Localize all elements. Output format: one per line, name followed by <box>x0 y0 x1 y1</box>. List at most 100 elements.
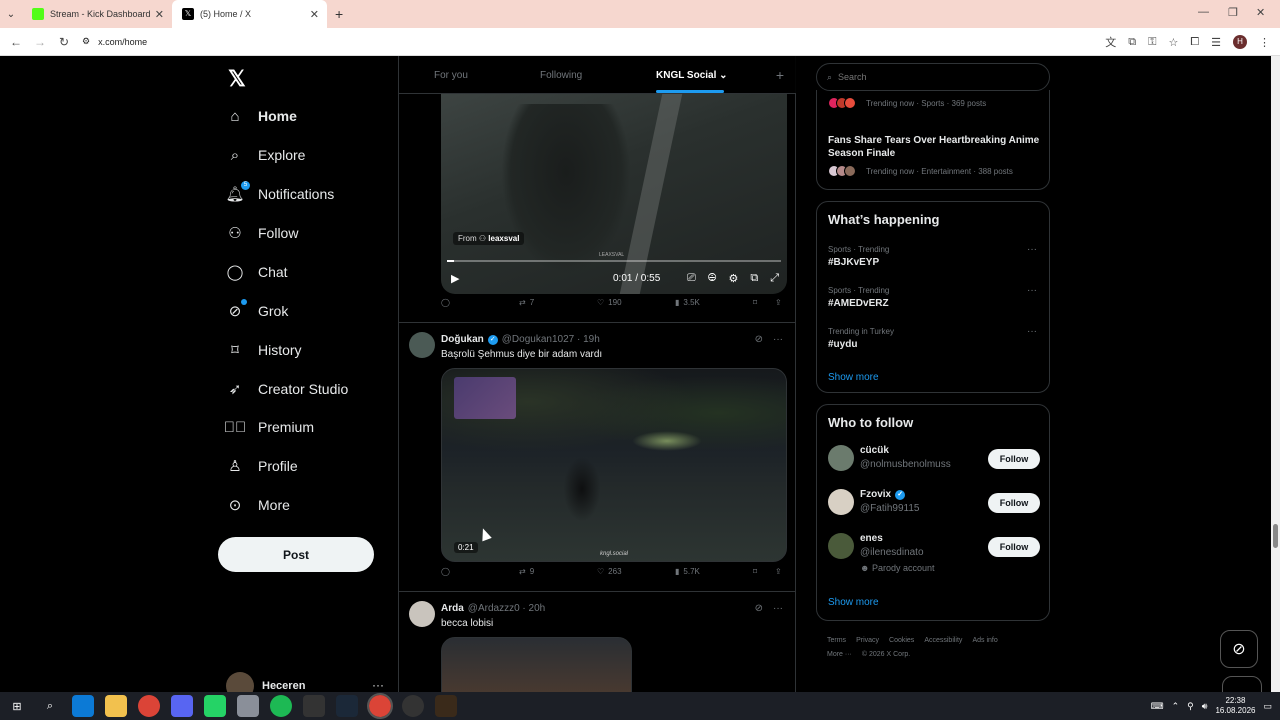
author-name[interactable]: Arda <box>441 603 464 614</box>
nav-premium[interactable]: ✓⃝ Premium <box>224 418 314 436</box>
reload-icon[interactable]: ↻ <box>52 35 76 49</box>
nav-follow[interactable]: ⚇ Follow <box>226 224 298 242</box>
trend-story-title[interactable]: Fans Share Tears Over Heartbreaking Anim… <box>828 134 1043 160</box>
avatar[interactable] <box>828 445 854 471</box>
tab-following[interactable]: Following <box>540 70 582 81</box>
chrome-active-icon[interactable] <box>367 693 393 719</box>
nav-explore[interactable]: ⌕ Explore <box>226 146 306 164</box>
video-player[interactable]: LEAXSVAL From ⚇ leaxsval ▶ 0:01 / 0:55 ⎚… <box>441 94 787 294</box>
site-info-icon[interactable]: ⚙ <box>82 36 90 47</box>
follow-button[interactable]: Follow <box>988 537 1040 557</box>
avatar[interactable] <box>828 533 854 559</box>
captions-icon[interactable]: ⎚ <box>687 272 696 285</box>
keyboard-icon[interactable]: ⌨ <box>1151 701 1164 712</box>
profile-avatar[interactable]: H <box>1233 35 1247 49</box>
video-player[interactable]: 0:21 kngl.social <box>441 368 787 562</box>
grok-post-icon[interactable]: ⊘ <box>755 334 763 345</box>
repost-button[interactable]: ⇄ 7 <box>519 298 534 307</box>
tab-kngl-social[interactable]: KNGL Social ⌄ <box>656 70 728 81</box>
grok-post-icon[interactable]: ⊘ <box>755 603 763 614</box>
scrollbar-thumb[interactable] <box>1273 524 1278 548</box>
views-button[interactable]: ▮ 5.7K <box>675 567 700 576</box>
nav-notifications[interactable]: 🔔︎ 5 Notifications <box>225 181 334 203</box>
mute-icon[interactable]: ⨸ <box>708 272 717 285</box>
chrome-icon[interactable] <box>138 695 160 717</box>
author-name[interactable]: Doğukan <box>441 334 484 345</box>
footer-link[interactable]: More ··· <box>827 651 852 658</box>
more-icon[interactable]: ··· <box>773 334 783 345</box>
trend-tag[interactable]: #uydu <box>828 339 857 350</box>
new-tab-button[interactable]: + <box>335 6 343 22</box>
views-button[interactable]: ▮ 3.5K <box>675 298 700 307</box>
close-tab-icon[interactable]: ✕ <box>155 8 164 21</box>
footer-link[interactable]: Accessibility <box>924 637 962 644</box>
avatar[interactable] <box>828 489 854 515</box>
volume-icon[interactable]: 🔊︎ <box>1202 701 1208 712</box>
popout-icon[interactable]: ⧉ <box>750 272 758 285</box>
nav-profile[interactable]: ♙ Profile <box>226 457 297 475</box>
discord-icon[interactable] <box>171 695 193 717</box>
file-explorer-icon[interactable] <box>105 695 127 717</box>
tab-for-you[interactable]: For you <box>434 70 468 81</box>
bookmark-button[interactable]: ⌑ <box>753 298 757 307</box>
follow-button[interactable]: Follow <box>988 493 1040 513</box>
author-handle[interactable]: @Dogukan1027 · 19h <box>502 334 600 345</box>
app-icon[interactable] <box>237 695 259 717</box>
account-switcher[interactable]: Heceren ··· <box>226 672 384 692</box>
forward-icon[interactable]: → <box>28 35 52 49</box>
fullscreen-icon[interactable]: ⤢ <box>770 272 779 285</box>
app-icon[interactable] <box>435 695 457 717</box>
footer-link[interactable]: Cookies <box>889 637 914 644</box>
restore-icon[interactable]: ❐ <box>1228 6 1238 19</box>
user-name[interactable]: enes <box>860 533 883 544</box>
notifications-tray-icon[interactable]: ▭ <box>1263 701 1272 712</box>
add-tab-icon[interactable]: + <box>776 67 784 83</box>
footer-link[interactable]: Terms <box>827 637 846 644</box>
like-button[interactable]: ♡ 190 <box>597 298 622 307</box>
more-icon[interactable]: ··· <box>1027 326 1037 337</box>
nav-creator-studio[interactable]: ➶ Creator Studio <box>226 380 349 398</box>
x-logo-icon[interactable]: 𝕏 <box>228 66 246 92</box>
nav-home[interactable]: ⌂ Home <box>226 107 296 125</box>
show-more-link[interactable]: Show more <box>828 597 879 608</box>
follow-button[interactable]: Follow <box>988 449 1040 469</box>
share-icon[interactable]: ⇪ <box>775 567 782 576</box>
more-icon[interactable]: ··· <box>1027 244 1037 255</box>
trend-tag[interactable]: #BJKvEYP <box>828 257 879 268</box>
user-name[interactable]: cücük <box>860 445 889 456</box>
more-icon[interactable]: ··· <box>773 603 783 614</box>
nav-more[interactable]: ⊙ More <box>226 496 290 514</box>
whatsapp-icon[interactable] <box>204 695 226 717</box>
footer-link[interactable]: Ads info <box>972 637 997 644</box>
video-source-tag[interactable]: From ⚇ leaxsval <box>453 232 525 245</box>
avatar[interactable] <box>409 332 435 358</box>
edge-icon[interactable] <box>72 695 94 717</box>
reply-button[interactable]: ◯ <box>441 298 450 307</box>
trend-tag[interactable]: #AMEDvERZ <box>828 298 889 309</box>
tab-search-icon[interactable]: ☰ <box>1211 36 1221 49</box>
footer-link[interactable]: Privacy <box>856 637 879 644</box>
extensions-icon[interactable]: ⧠ <box>1190 36 1199 49</box>
bookmark-button[interactable]: ⌑ <box>753 567 757 576</box>
more-icon[interactable]: ··· <box>372 678 384 692</box>
windows-start-icon[interactable]: ⊞ <box>6 695 28 717</box>
play-icon[interactable]: ▶ <box>451 272 459 285</box>
steam-icon[interactable] <box>336 695 358 717</box>
minimize-icon[interactable]: — <box>1198 6 1209 18</box>
nav-chat[interactable]: ◯ Chat <box>226 263 288 281</box>
like-button[interactable]: ♡ 263 <box>597 567 622 576</box>
repost-button[interactable]: ⇄ 9 <box>519 567 534 576</box>
password-key-icon[interactable]: ⚿ <box>1148 36 1156 49</box>
more-icon[interactable]: ··· <box>1027 285 1037 296</box>
post-button[interactable]: Post <box>218 537 374 572</box>
browser-menu-icon[interactable]: ⋮ <box>1259 36 1270 49</box>
bookmark-star-icon[interactable]: ☆ <box>1168 36 1178 49</box>
obs-icon[interactable] <box>402 695 424 717</box>
grok-float-button[interactable]: ⊘ <box>1220 630 1258 668</box>
nav-history[interactable]: ⌑ History <box>226 341 301 359</box>
url-field[interactable]: ⚙ x.com/home <box>82 36 147 47</box>
tab-list-button[interactable]: ⌄ <box>0 9 22 20</box>
avatar[interactable] <box>409 601 435 627</box>
spotify-icon[interactable] <box>270 695 292 717</box>
author-handle[interactable]: @Ardazzz0 · 20h <box>468 603 545 614</box>
